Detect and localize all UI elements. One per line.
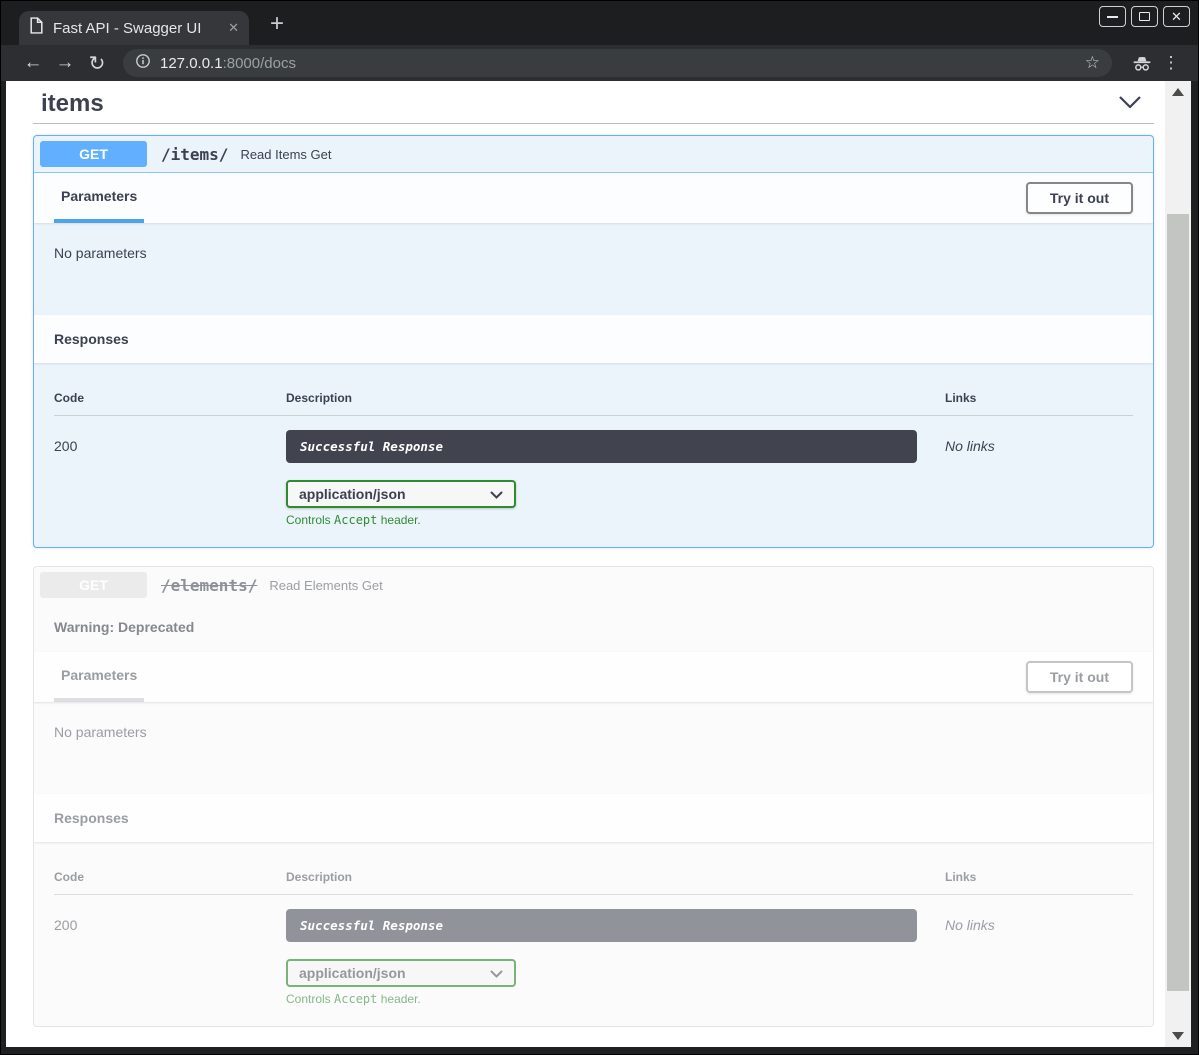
page-favicon-icon xyxy=(29,17,44,39)
endpoint-path: /items/ xyxy=(161,145,228,164)
parameters-body: No parameters xyxy=(34,702,1153,794)
maximize-button[interactable] xyxy=(1131,6,1158,27)
bookmark-star-icon[interactable]: ☆ xyxy=(1085,53,1100,73)
method-badge: GET xyxy=(40,572,147,598)
url-text: 127.0.0.1:8000/docs xyxy=(160,55,296,72)
response-links: No links xyxy=(945,909,1133,1006)
method-badge: GET xyxy=(40,141,147,167)
endpoint-description: Read Items Get xyxy=(240,147,331,162)
tag-section-header[interactable]: items xyxy=(33,87,1154,123)
responses-header: Responses xyxy=(34,315,1153,363)
col-description: Description xyxy=(286,391,945,405)
parameters-header: Parameters Try it out xyxy=(34,652,1153,702)
browser-tab[interactable]: Fast API - Swagger UI ✕ xyxy=(19,11,249,45)
close-icon: ✕ xyxy=(1171,10,1182,23)
select-chevron-icon xyxy=(490,486,503,502)
tab-parameters[interactable]: Parameters xyxy=(54,173,144,223)
col-code: Code xyxy=(54,870,286,884)
col-description: Description xyxy=(286,870,945,884)
endpoint-summary[interactable]: GET /elements/ Read Elements Get xyxy=(34,567,1153,603)
menu-kebab-icon[interactable]: ⋮ xyxy=(1158,53,1184,73)
response-row: 200 Successful Response application/json… xyxy=(54,895,1133,1006)
responses-table-head: Code Description Links xyxy=(54,870,1133,895)
try-it-out-button[interactable]: Try it out xyxy=(1026,661,1133,693)
minimize-button[interactable] xyxy=(1099,6,1126,27)
media-type-select[interactable]: application/json xyxy=(286,480,516,508)
no-parameters-text: No parameters xyxy=(54,245,1133,261)
response-row: 200 Successful Response application/json… xyxy=(54,416,1133,527)
parameters-body: No parameters xyxy=(34,223,1153,315)
browser-window: Fast API - Swagger UI ✕ + ✕ ← → ↻ 127.0.… xyxy=(0,0,1199,1055)
minimize-icon xyxy=(1107,16,1118,18)
parameters-header: Parameters Try it out xyxy=(34,173,1153,223)
response-description-cell: Successful Response application/json Con… xyxy=(286,909,945,1006)
vertical-scrollbar[interactable] xyxy=(1165,81,1191,1047)
response-description: Successful Response xyxy=(286,909,917,942)
window-controls: ✕ xyxy=(1099,6,1190,27)
scrollbar-thumb[interactable] xyxy=(1167,214,1189,991)
response-links: No links xyxy=(945,430,1133,527)
incognito-icon xyxy=(1132,55,1152,72)
tab-title: Fast API - Swagger UI xyxy=(53,20,219,37)
chevron-down-icon xyxy=(1118,95,1142,114)
response-code: 200 xyxy=(54,430,286,527)
responses-table: Code Description Links 200 Successful Re… xyxy=(34,842,1153,1026)
forward-icon[interactable]: → xyxy=(49,52,81,74)
responses-table: Code Description Links 200 Successful Re… xyxy=(34,363,1153,547)
browser-navbar: ← → ↻ 127.0.0.1:8000/docs ☆ ⋮ xyxy=(1,45,1198,81)
maximize-icon xyxy=(1139,12,1150,21)
endpoint-description: Read Elements Get xyxy=(269,578,382,593)
col-links: Links xyxy=(945,391,1133,405)
col-links: Links xyxy=(945,870,1133,884)
media-type-select[interactable]: application/json xyxy=(286,959,516,987)
close-button[interactable]: ✕ xyxy=(1163,6,1190,27)
tag-title: items xyxy=(41,89,104,119)
select-chevron-icon xyxy=(490,965,503,981)
tab-parameters[interactable]: Parameters xyxy=(54,652,144,702)
accept-header-note: Controls Accept header. xyxy=(286,992,945,1006)
tab-close-icon[interactable]: ✕ xyxy=(228,20,239,36)
info-icon[interactable] xyxy=(135,53,151,74)
address-bar[interactable]: 127.0.0.1:8000/docs ☆ xyxy=(123,49,1112,77)
no-parameters-text: No parameters xyxy=(54,724,1133,740)
try-it-out-button[interactable]: Try it out xyxy=(1026,182,1133,214)
browser-titlebar: Fast API - Swagger UI ✕ + ✕ xyxy=(1,1,1198,45)
new-tab-button[interactable]: + xyxy=(263,10,291,38)
endpoint-summary[interactable]: GET /items/ Read Items Get xyxy=(34,136,1153,173)
response-description-cell: Successful Response application/json Con… xyxy=(286,430,945,527)
scroll-down-arrow-icon[interactable] xyxy=(1172,1032,1184,1040)
endpoint-path: /elements/ xyxy=(161,576,257,595)
reload-icon[interactable]: ↻ xyxy=(81,51,113,76)
page-content: items GET /items/ Read Items Get Paramet… xyxy=(6,81,1165,1047)
responses-table-head: Code Description Links xyxy=(54,391,1133,416)
back-icon[interactable]: ← xyxy=(17,52,49,74)
deprecated-warning: Warning: Deprecated xyxy=(34,603,1153,652)
tag-divider xyxy=(33,123,1154,124)
endpoint-get-items: GET /items/ Read Items Get Parameters Tr… xyxy=(33,135,1154,548)
response-description: Successful Response xyxy=(286,430,917,463)
accept-header-note: Controls Accept header. xyxy=(286,513,945,527)
endpoint-get-elements-deprecated: GET /elements/ Read Elements Get Warning… xyxy=(33,566,1154,1027)
responses-header: Responses xyxy=(34,794,1153,842)
col-code: Code xyxy=(54,391,286,405)
scroll-up-arrow-icon[interactable] xyxy=(1172,88,1184,96)
response-code: 200 xyxy=(54,909,286,1006)
